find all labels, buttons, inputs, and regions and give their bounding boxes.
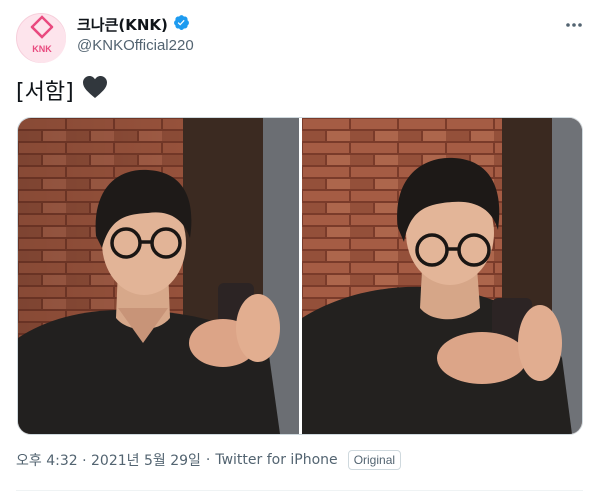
verified-badge-icon [173,14,190,35]
photo-1-image [18,118,299,434]
black-heart-icon [82,75,108,105]
photo-1[interactable] [18,118,299,434]
tweet-body: [서함] [16,80,74,105]
divider [16,490,583,491]
photo-2[interactable] [302,118,582,434]
photo-2-image [302,118,582,434]
knk-logo: KNK [18,15,66,63]
tweet-media [17,117,583,435]
timestamp[interactable]: 오후 4:32 · 2021년 5월 29일 [16,450,201,470]
more-options-icon[interactable] [563,14,585,36]
tweet-source[interactable]: Twitter for iPhone [215,452,337,468]
author-handle[interactable]: @KNKOfficial220 [77,37,194,54]
avatar[interactable]: KNK [16,13,66,63]
author-row: 크나큰(KNK) [77,14,190,35]
avatar-text: KNK [32,44,52,54]
tweet-meta: 오후 4:32 · 2021년 5월 29일 · Twitter for iPh… [16,450,402,470]
meta-separator: · [205,452,211,468]
author-name[interactable]: 크나큰(KNK) [77,14,168,35]
tweet-text: [서함] [16,74,108,106]
original-badge: Original [347,450,402,470]
